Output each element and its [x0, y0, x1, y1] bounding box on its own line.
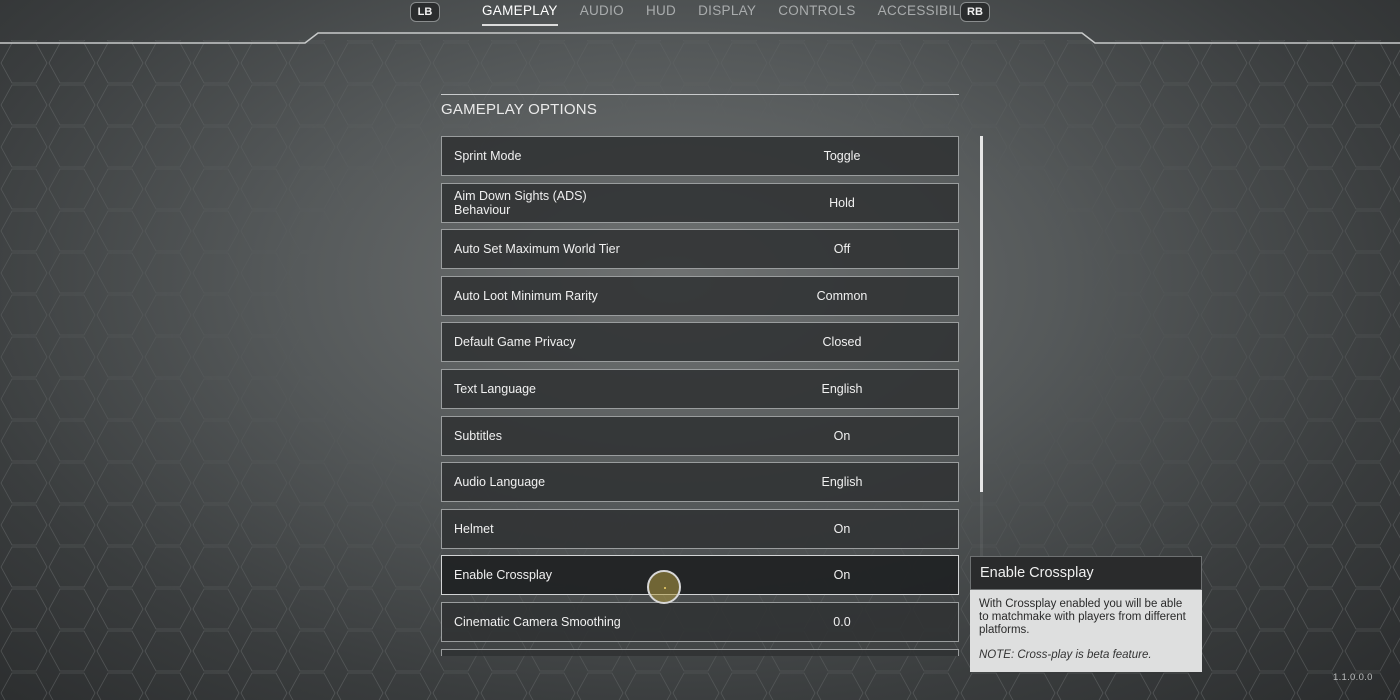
section-title: GAMEPLAY OPTIONS — [441, 101, 598, 118]
scrollbar-thumb[interactable] — [980, 136, 983, 492]
cursor-center-dot — [664, 587, 666, 589]
option-row-auto-world-tier[interactable]: Auto Set Maximum World Tier Off — [441, 229, 959, 269]
tooltip-title: Enable Crossplay — [970, 556, 1202, 590]
option-value: On — [833, 568, 851, 582]
tooltip-body: With Crossplay enabled you will be able … — [970, 590, 1202, 672]
option-row-subtitles[interactable]: Subtitles On — [441, 416, 959, 456]
tooltip-description: With Crossplay enabled you will be able … — [979, 598, 1186, 636]
option-value: Toggle — [823, 149, 861, 163]
option-label: Subtitles — [454, 429, 502, 443]
option-label: Text Language — [454, 382, 537, 396]
tab-controls[interactable]: CONTROLS — [778, 3, 855, 26]
option-label: Auto Loot Minimum Rarity — [454, 289, 598, 303]
option-label: Enable Crossplay — [454, 568, 552, 582]
controller-cursor — [647, 570, 681, 604]
option-label: Default Game Privacy — [454, 335, 576, 349]
option-value: On — [833, 429, 851, 443]
option-description-tooltip: Enable Crossplay With Crossplay enabled … — [970, 556, 1202, 672]
option-value: On — [833, 522, 851, 536]
tooltip-note: NOTE: Cross-play is beta feature. — [979, 649, 1152, 661]
section-divider — [441, 94, 959, 95]
option-row-enable-crossplay[interactable]: Enable Crossplay On — [441, 555, 959, 595]
version-number: 1.1.0.0.0 — [1333, 672, 1373, 683]
lb-bumper-button[interactable]: LB — [410, 2, 440, 22]
tab-gameplay[interactable]: GAMEPLAY — [482, 3, 558, 26]
option-row-game-privacy[interactable]: Default Game Privacy Closed — [441, 322, 959, 362]
option-label: Auto Set Maximum World Tier — [454, 242, 620, 256]
option-row-ads-behaviour[interactable]: Aim Down Sights (ADS) Behaviour Hold — [441, 183, 959, 223]
option-label: Cinematic Camera Smoothing — [454, 615, 621, 629]
option-value: Closed — [822, 335, 862, 349]
option-row-audio-language[interactable]: Audio Language English — [441, 462, 959, 502]
option-value: English — [821, 475, 863, 489]
option-label: Sprint Mode — [454, 149, 522, 163]
tab-hud[interactable]: HUD — [646, 3, 676, 26]
option-row-camera-smoothing[interactable]: Cinematic Camera Smoothing 0.0 — [441, 602, 959, 642]
option-row-text-language[interactable]: Text Language English — [441, 369, 959, 409]
option-row-partial[interactable] — [441, 649, 959, 656]
rb-bumper-button[interactable]: RB — [960, 2, 990, 22]
tab-display[interactable]: DISPLAY — [698, 3, 756, 26]
option-value: Off — [833, 242, 851, 256]
top-navigation-bar: LB GAMEPLAY AUDIO HUD DISPLAY CONTROLS A… — [0, 0, 1400, 48]
option-label: Aim Down Sights (ADS) Behaviour — [454, 189, 587, 217]
tab-audio[interactable]: AUDIO — [580, 3, 624, 26]
option-value: English — [821, 382, 863, 396]
option-value: 0.0 — [833, 615, 851, 629]
settings-tabs: GAMEPLAY AUDIO HUD DISPLAY CONTROLS ACCE… — [482, 3, 1004, 26]
options-list: Sprint Mode Toggle Aim Down Sights (ADS)… — [441, 136, 959, 656]
option-row-sprint-mode[interactable]: Sprint Mode Toggle — [441, 136, 959, 176]
option-row-auto-loot-rarity[interactable]: Auto Loot Minimum Rarity Common — [441, 276, 959, 316]
option-value: Hold — [829, 196, 855, 210]
option-label: Audio Language — [454, 475, 546, 489]
option-row-helmet[interactable]: Helmet On — [441, 509, 959, 549]
option-value: Common — [816, 289, 868, 303]
option-label: Helmet — [454, 522, 494, 536]
